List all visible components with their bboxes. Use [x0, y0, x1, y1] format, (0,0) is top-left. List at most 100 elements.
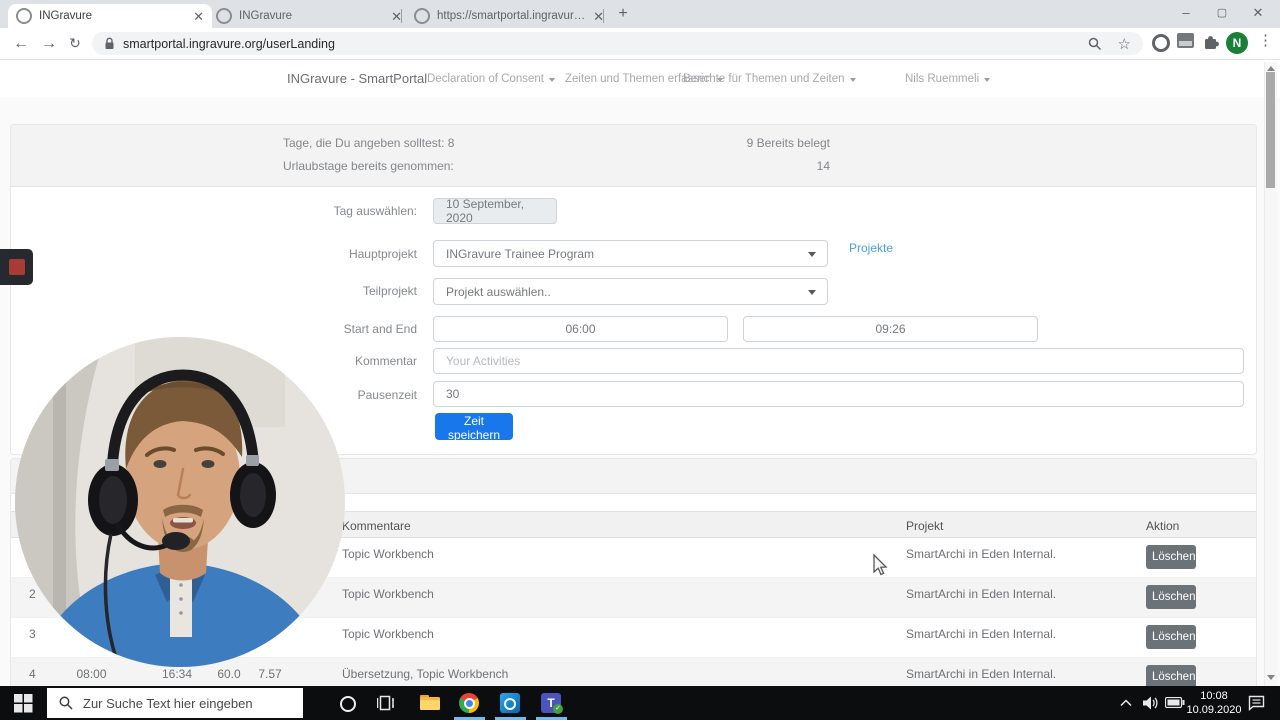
url-text: smartportal.ingravure.org/userLanding — [123, 36, 335, 51]
lock-icon — [105, 37, 114, 49]
start-time-cell: 08:00 — [76, 667, 107, 681]
scrollbar-thumb[interactable] — [1266, 72, 1275, 188]
main-project-select[interactable]: INGravure Trainee Program — [433, 240, 828, 267]
search-icon[interactable] — [1088, 37, 1102, 51]
tab-favicon-icon — [216, 8, 232, 24]
tab-title: https://smartportal.ingravure.org — [437, 10, 587, 22]
outlook-icon[interactable] — [500, 693, 520, 713]
chevron-down-icon — [984, 78, 991, 82]
column-header-project: Projekt — [906, 519, 944, 533]
bookmark-star-icon[interactable]: ☆ — [1118, 35, 1131, 53]
comment-cell: Topic Workbench — [342, 627, 434, 641]
start-time-input[interactable] — [433, 316, 728, 342]
file-explorer-icon[interactable] — [420, 695, 440, 710]
extensions-puzzle-icon[interactable] — [1203, 34, 1220, 51]
stop-square-icon — [9, 259, 25, 275]
browser-tab-2[interactable]: INGravure ✕ — [208, 4, 410, 28]
delete-button[interactable]: Löschen — [1146, 625, 1196, 649]
tray-chevron-up-icon[interactable] — [1120, 699, 1132, 707]
webcam-person — [15, 337, 345, 667]
nav-declaration-of-consent[interactable]: Declaration of Consent — [427, 73, 555, 85]
browser-tab-1[interactable]: INGravure ✕ — [8, 4, 212, 28]
teams-active-indicator — [536, 717, 567, 720]
tab-title: INGravure — [39, 10, 93, 22]
chrome-icon[interactable] — [459, 693, 479, 713]
window-maximize-button[interactable]: ▢ — [1205, 0, 1239, 26]
taskbar-search-input[interactable]: Zur Suche Text hier eingeben — [47, 688, 303, 718]
outlook-active-indicator — [495, 717, 526, 720]
reload-button[interactable]: ↻ — [62, 31, 88, 57]
app-brand: INGravure - SmartPortal — [287, 71, 428, 86]
date-value: 10 September, 2020 — [446, 197, 525, 225]
tab-favicon-icon — [414, 8, 430, 24]
mouse-cursor — [873, 553, 888, 576]
tab-title: INGravure — [239, 10, 293, 22]
scrollbar-down-icon[interactable] — [1267, 675, 1275, 680]
tab-favicon-icon — [16, 8, 32, 24]
end-time-cell: 16:34 — [161, 667, 193, 681]
user-menu[interactable]: Nils Ruemmeli — [905, 73, 991, 85]
start-end-label: Start and End — [343, 322, 417, 336]
back-button[interactable]: ← — [8, 31, 34, 57]
hours-cell: 7.57 — [258, 667, 282, 681]
address-bar[interactable]: smartportal.ingravure.org/userLanding ☆ — [92, 32, 1143, 55]
taskbar: Zur Suche Text hier eingeben T ✓ 10:08 1… — [0, 686, 1280, 720]
scrollbar-up-icon[interactable] — [1267, 66, 1275, 71]
volume-icon[interactable] — [1143, 696, 1159, 710]
project-cell: SmartArchi in Eden Internal. — [906, 587, 1057, 601]
chevron-down-icon — [548, 78, 555, 82]
teams-icon[interactable]: T ✓ — [541, 693, 563, 714]
task-view-icon[interactable] — [377, 694, 395, 712]
taskbar-search-placeholder: Zur Suche Text hier eingeben — [83, 695, 253, 711]
webcam-video-overlay — [15, 337, 345, 667]
end-time-input[interactable] — [743, 316, 1038, 342]
nav-label: Berichte für Themen und Zeiten — [683, 73, 845, 85]
days-required-label: Tage, die Du angeben solltest: 8 — [283, 136, 455, 150]
days-booked-value: 9 Bereits belegt — [746, 136, 830, 150]
browser-menu-icon[interactable]: ⋮ — [1258, 31, 1273, 49]
new-tab-button[interactable]: + — [612, 3, 634, 25]
tab-separator — [603, 9, 604, 23]
cortana-icon[interactable] — [340, 696, 356, 712]
vacation-taken-value: 14 — [816, 159, 830, 173]
comment-cell: Topic Workbench — [342, 587, 434, 601]
comment-cell: Topic Workbench — [342, 547, 434, 561]
extension-circle-icon[interactable] — [1152, 34, 1170, 52]
comment-input[interactable] — [433, 348, 1244, 374]
battery-icon[interactable] — [1165, 697, 1185, 708]
nav-berichte[interactable]: Berichte für Themen und Zeiten — [683, 73, 856, 85]
window-close-button[interactable]: ✕ — [1241, 0, 1275, 26]
user-name: Nils Ruemmeli — [905, 73, 980, 85]
save-time-button[interactable]: Zeit speichern — [435, 413, 513, 442]
nav-label: Declaration of Consent — [427, 73, 544, 85]
browser-tab-3[interactable]: https://smartportal.ingravure.org ✕ — [406, 4, 612, 28]
pause-input[interactable] — [433, 381, 1244, 407]
clock-time: 10:08 — [1200, 690, 1228, 702]
clock-date: 10.09.2020 — [1186, 704, 1242, 716]
delete-button[interactable]: Löschen — [1146, 585, 1196, 609]
tab-close-icon[interactable]: ✕ — [193, 10, 204, 23]
sub-project-select[interactable]: Projekt auswählen.. — [433, 278, 828, 305]
browser-tab-strip: INGravure ✕ INGravure ✕ https://smartpor… — [0, 0, 1280, 28]
taskbar-clock[interactable]: 10:08 10.09.2020 — [1186, 689, 1242, 717]
extension-image-icon[interactable] — [1177, 33, 1194, 48]
browser-toolbar: ← → ↻ smartportal.ingravure.org/userLand… — [0, 28, 1280, 60]
sub-project-placeholder: Projekt auswählen.. — [446, 284, 551, 299]
projects-link[interactable]: Projekte — [849, 241, 893, 255]
main-project-label: Hauptprojekt — [348, 247, 417, 261]
date-picker-field[interactable]: 10 September, 2020 — [433, 197, 557, 225]
recording-stop-button[interactable] — [0, 249, 33, 285]
forward-button[interactable]: → — [36, 31, 62, 57]
column-header-action: Aktion — [1146, 519, 1180, 533]
comment-cell: Übersetzung, Topic Workbench — [342, 667, 509, 681]
window-minimize-button[interactable]: – — [1169, 0, 1203, 26]
delete-button[interactable]: Löschen — [1146, 545, 1196, 569]
chrome-active-indicator — [454, 717, 485, 720]
action-center-icon[interactable] — [1248, 695, 1265, 711]
app-header: INGravure - SmartPortal Declaration of C… — [0, 60, 1280, 97]
pause-cell: 60.0 — [217, 667, 241, 681]
profile-avatar[interactable]: N — [1226, 32, 1248, 54]
start-button[interactable] — [14, 694, 33, 713]
chevron-down-icon — [808, 290, 816, 295]
main-project-value: INGravure Trainee Program — [446, 246, 595, 261]
